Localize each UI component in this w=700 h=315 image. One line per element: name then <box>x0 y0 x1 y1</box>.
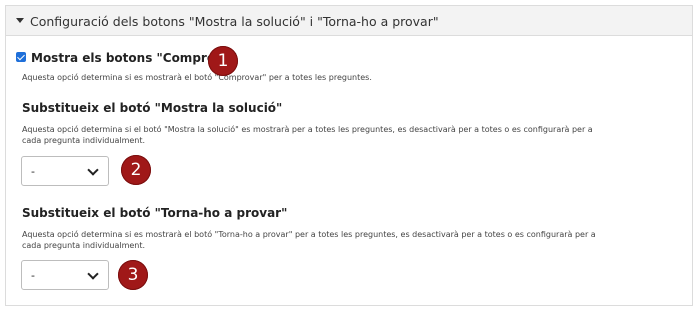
chevron-down-icon <box>87 164 99 176</box>
show-check-label[interactable]: Mostra els botons "Comprova" <box>31 51 237 65</box>
override-solution-select[interactable]: - <box>21 156 109 186</box>
override-retry-select-value: - <box>31 269 35 282</box>
section-header[interactable]: Configuració dels botons "Mostra la solu… <box>6 6 692 36</box>
override-retry-select[interactable]: - <box>21 260 109 290</box>
caret-down-icon[interactable] <box>16 18 24 23</box>
callout-marker-3: 3 <box>118 260 148 290</box>
override-solution-select-value: - <box>31 165 35 178</box>
override-solution-heading: Substitueix el botó "Mostra la solució" <box>22 101 283 115</box>
override-retry-description-line1: Aquesta opció determina si es mostrarà e… <box>22 230 596 239</box>
show-check-description: Aquesta opció determina si es mostrarà e… <box>22 73 372 82</box>
section-title: Configuració dels botons "Mostra la solu… <box>30 14 439 29</box>
override-retry-description-line2: cada pregunta individualment. <box>22 241 146 250</box>
show-check-checkbox[interactable] <box>16 52 26 62</box>
callout-marker-2: 2 <box>121 155 151 185</box>
override-solution-description-line1: Aquesta opció determina si el botó "Most… <box>22 125 593 134</box>
callout-marker-1: 1 <box>208 46 238 76</box>
chevron-down-icon <box>87 268 99 280</box>
override-solution-description-line2: cada pregunta individualment. <box>22 136 146 145</box>
override-retry-heading: Substitueix el botó "Torna-ho a provar" <box>22 206 288 220</box>
